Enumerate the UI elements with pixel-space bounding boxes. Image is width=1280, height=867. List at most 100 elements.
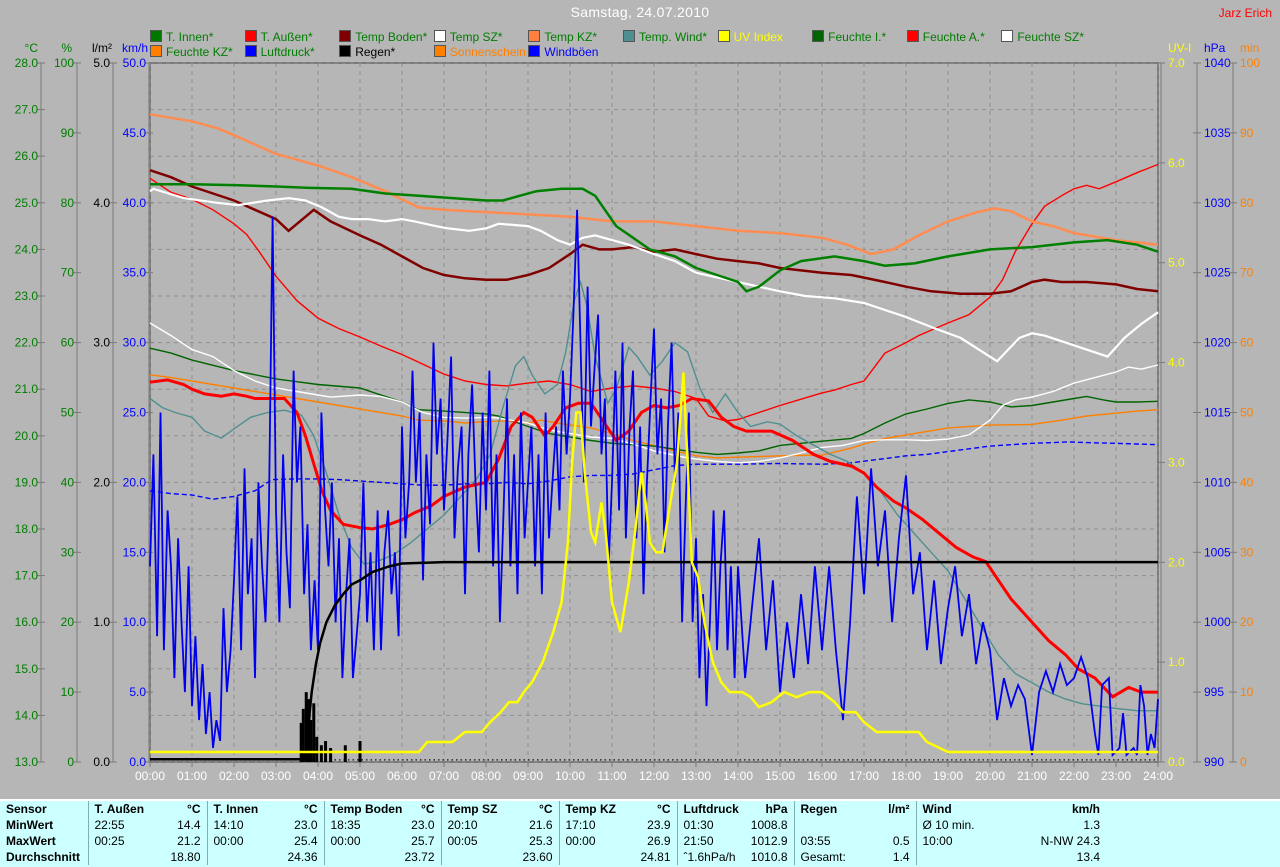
x-tick-label: 20:00	[975, 769, 1005, 783]
axis-tick-label: 50.0	[123, 56, 147, 70]
table-cell-t-au-en: T. Außen °C	[87, 801, 207, 817]
x-tick-label: 05:00	[345, 769, 375, 783]
axis-tick-label: 27.0	[15, 103, 39, 117]
axis-tick-label: 0.0	[129, 755, 146, 769]
table-cell-temp-boden: 23.72	[323, 849, 441, 865]
table-cell-t-au-en: 00:25 21.2	[87, 833, 207, 849]
table-row-label: MinWert	[6, 818, 54, 832]
x-tick-label: 07:00	[429, 769, 459, 783]
axis-tick-label: 3.0	[93, 336, 110, 350]
axis-tick-label: 14.0	[15, 708, 39, 722]
x-tick-label: 02:00	[219, 769, 249, 783]
axis-tick-label: 15.0	[123, 545, 147, 559]
axis-tick-label: 1005	[1204, 545, 1231, 559]
x-tick-label: 14:00	[723, 769, 753, 783]
axis-tick-label: 1.0	[93, 615, 110, 629]
table-row-label: Sensor	[6, 802, 47, 816]
axis-tick-label: 990	[1204, 755, 1224, 769]
axis-tick-label: 5.0	[1168, 256, 1185, 270]
axis-tick-label: 0	[1240, 755, 1247, 769]
table-cell-temp-boden: 18:35 23.0	[323, 817, 441, 833]
table-filler	[1106, 833, 1280, 849]
axis-tick-label: 50	[61, 406, 75, 420]
table-cell-t-innen: 00:00 25.4	[206, 833, 324, 849]
axis-tick-label: 18.0	[15, 522, 39, 536]
table-cell-wind: 10:00 N-NW 24.3	[915, 833, 1106, 849]
x-tick-label: 10:00	[555, 769, 585, 783]
axis-tick-label: 23.0	[15, 289, 39, 303]
axis-unit-degC: °C	[25, 41, 39, 55]
axis-tick-label: 30	[61, 545, 75, 559]
axis-tick-label: 40.0	[123, 196, 147, 210]
table-cell-wind: Wind km/h	[915, 801, 1106, 817]
table-cell-t-au-en: 18.80	[87, 849, 207, 865]
axis-tick-label: 4.0	[93, 196, 110, 210]
x-tick-label: 01:00	[177, 769, 207, 783]
axis-tick-label: 28.0	[15, 56, 39, 70]
table-cell-t-au-en: 22:55 14.4	[87, 817, 207, 833]
axis-tick-label: 1010	[1204, 475, 1231, 489]
x-tick-label: 17:00	[849, 769, 879, 783]
chart-plot: °C 13.0 14.0 15.0 16.0 17.0 18.0 19.0 20.0 21.0 22…	[15, 41, 1261, 783]
table-cell-t-innen: T. Innen °C	[206, 801, 324, 817]
table-cell-temp-kz: Temp KZ °C	[558, 801, 677, 817]
axis-tick-label: 15.0	[15, 662, 39, 676]
axis-unit-pct: %	[61, 41, 72, 55]
x-tick-label: 12:00	[639, 769, 669, 783]
axis-tick-label: 45.0	[123, 126, 147, 140]
table-cell-luftdruck: 21:50 1012.9	[676, 833, 794, 849]
axis-tick-label: 0.0	[1168, 755, 1185, 769]
axis-tick-label: 1.0	[1168, 655, 1185, 669]
axis-tick-label: 50	[1240, 406, 1254, 420]
table-cell-t-innen: 24.36	[206, 849, 324, 865]
axis-tick-label: 24.0	[15, 242, 39, 256]
axis-tick-label: 995	[1204, 685, 1224, 699]
axis-tick-label: 35.0	[123, 266, 147, 280]
table-cell-regen: 03:55 0.5	[793, 833, 916, 849]
axis-tick-label: 1020	[1204, 336, 1231, 350]
axis-tick-label: 2.0	[1168, 555, 1185, 569]
table-cell-luftdruck: ˆ1.6hPa/h 1010.8	[676, 849, 794, 865]
x-tick-label: 24:00	[1143, 769, 1173, 783]
table-cell-temp-boden: 00:00 25.7	[323, 833, 441, 849]
statistics-table: Sensor T. Außen °C T. Innen °C Temp Boden °C Te…	[0, 799, 1280, 867]
axis-tick-label: 100	[54, 56, 74, 70]
x-tick-label: 18:00	[891, 769, 921, 783]
axis-unit-kmh: km/h	[122, 41, 148, 55]
axis-tick-label: 1040	[1204, 56, 1231, 70]
axis-unit-lm2: l/m²	[92, 41, 112, 55]
axis-tick-label: 13.0	[15, 755, 39, 769]
axis-tick-label: 100	[1240, 56, 1260, 70]
axis-tick-label: 0.0	[93, 755, 110, 769]
axis-tick-label: 7.0	[1168, 56, 1185, 70]
x-tick-label: 03:00	[261, 769, 291, 783]
table-filler	[1106, 801, 1280, 817]
table-cell-regen: Regen l/m²	[793, 801, 916, 817]
axis-tick-label: 20	[61, 615, 75, 629]
axis-tick-label: 26.0	[15, 149, 39, 163]
table-filler	[1106, 817, 1280, 833]
axis-tick-label: 40	[61, 475, 75, 489]
table-cell-temp-boden: Temp Boden °C	[323, 801, 441, 817]
table-cell-temp-sz: Temp SZ °C	[440, 801, 559, 817]
axis-tick-label: 20.0	[15, 429, 39, 443]
x-tick-label: 21:00	[1017, 769, 1047, 783]
axis-tick-label: 80	[1240, 196, 1254, 210]
table-cell-luftdruck: Luftdruck hPa	[676, 801, 794, 817]
axis-tick-label: 90	[1240, 126, 1254, 140]
axis-tick-label: 2.0	[93, 475, 110, 489]
x-tick-label: 13:00	[681, 769, 711, 783]
x-tick-label: 19:00	[933, 769, 963, 783]
axis-tick-label: 17.0	[15, 569, 39, 583]
x-tick-label: 06:00	[387, 769, 417, 783]
table-cell-temp-kz: 00:00 26.9	[558, 833, 677, 849]
axis-tick-label: 40	[1240, 475, 1254, 489]
x-tick-label: 22:00	[1059, 769, 1089, 783]
axis-tick-label: 20.0	[123, 475, 147, 489]
axis-tick-label: 60	[1240, 336, 1254, 350]
axis-tick-label: 0	[67, 755, 74, 769]
table-cell-regen	[793, 817, 916, 833]
axis-tick-label: 1025	[1204, 266, 1231, 280]
axis-tick-label: 1000	[1204, 615, 1231, 629]
axis-tick-label: 30.0	[123, 336, 147, 350]
